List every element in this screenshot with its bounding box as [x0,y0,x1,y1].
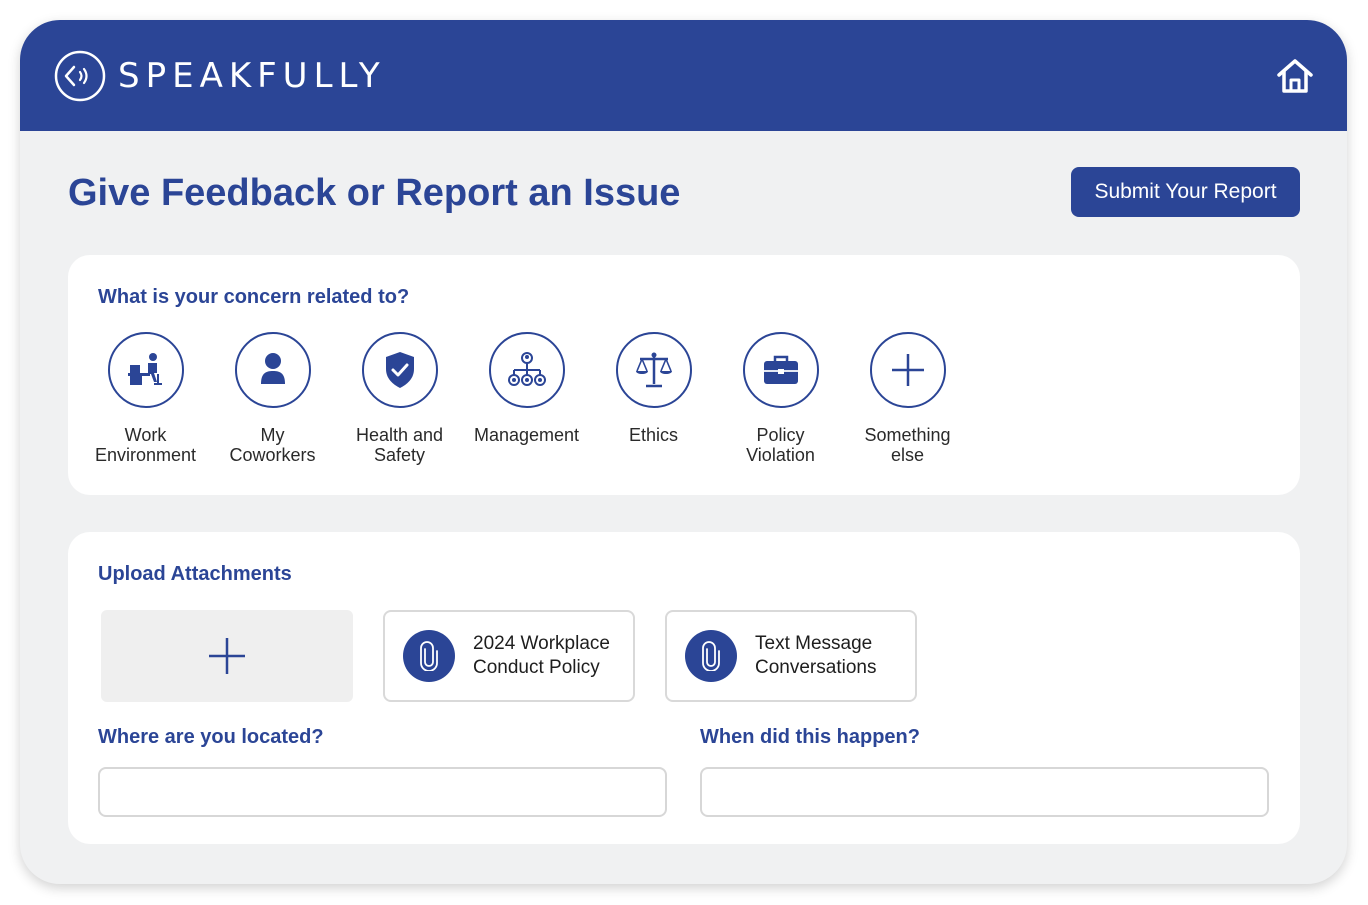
header-bar: SPEAKFULLY [20,20,1347,131]
shield-check-icon [385,352,414,388]
category-label: My Coworkers [229,425,316,465]
attachment-name: Text Message Conversations [755,633,877,678]
category-label: Something else [864,425,951,465]
plus-icon [209,638,245,674]
attachments-heading: Upload Attachments [98,563,292,585]
attachment-name: 2024 Workplace Conduct Policy [473,633,610,678]
when-label: When did this happen? [700,726,920,748]
logo-text: SPEAKFULLY [118,56,386,96]
details-card: Upload Attachments 2024 Workplace Conduc… [68,532,1300,844]
paperclip-icon [702,641,720,671]
briefcase-icon [763,355,798,384]
category-policy-violation[interactable]: Policy Violation [717,332,844,465]
category-label: Ethics [628,425,679,445]
home-icon [1277,59,1313,93]
attachment-item[interactable]: 2024 Workplace Conduct Policy [383,610,635,702]
page-title: Give Feedback or Report an Issue [68,172,681,214]
concern-heading: What is your concern related to? [98,286,410,308]
add-attachment-button[interactable] [101,610,353,702]
category-label: Work Environment [94,425,197,465]
app-window: SPEAKFULLY Give Feedback or Report an Is… [20,20,1347,884]
plus-icon [891,354,924,386]
category-something-else[interactable]: Something else [844,332,971,465]
concern-card: What is your concern related to? Work En… [68,255,1300,495]
scales-icon [635,352,672,388]
when-input[interactable] [700,767,1269,817]
logo[interactable]: SPEAKFULLY [54,50,386,102]
location-label: Where are you located? [98,726,324,748]
submit-report-button[interactable]: Submit Your Report [1071,167,1300,217]
speakfully-logo-icon [54,50,106,102]
attachment-item[interactable]: Text Message Conversations [665,610,917,702]
home-button[interactable] [1275,56,1315,96]
category-my-coworkers[interactable]: My Coworkers [209,332,336,465]
category-health-safety[interactable]: Health and Safety [336,332,463,465]
category-management[interactable]: Management [463,332,590,445]
category-work-environment[interactable]: Work Environment [82,332,209,465]
desk-worker-icon [127,353,162,385]
category-ethics[interactable]: Ethics [590,332,717,445]
category-label: Policy Violation [746,425,815,465]
category-label: Health and Safety [355,425,444,465]
org-chart-icon [507,352,546,386]
person-icon [260,353,285,384]
category-label: Management [473,425,580,445]
paperclip-icon [420,641,438,671]
location-input[interactable] [98,767,667,817]
